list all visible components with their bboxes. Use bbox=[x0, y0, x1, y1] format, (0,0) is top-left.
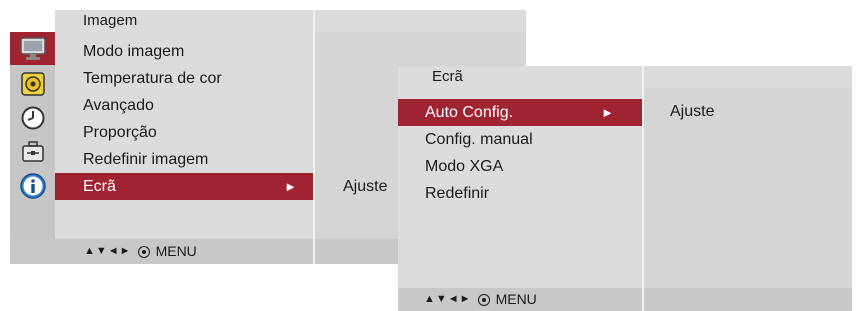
nav-arrows-icon: ▲▼◄► bbox=[424, 293, 472, 305]
menu-item-avancado[interactable]: Avançado bbox=[55, 92, 313, 119]
category-picture[interactable] bbox=[10, 32, 55, 65]
menu-item-label: Proporção bbox=[83, 124, 157, 141]
menu-item-label: Modo XGA bbox=[425, 158, 504, 175]
menu-header-right bbox=[315, 10, 526, 32]
menu-item-auto-config[interactable]: Auto Config. ► bbox=[398, 99, 642, 126]
category-option[interactable] bbox=[10, 135, 55, 168]
menu-item-label: Temperatura de cor bbox=[83, 70, 222, 87]
menu-item-label: Avançado bbox=[83, 97, 154, 114]
picture-menu-list: Modo imagem Temperatura de cor Avançado … bbox=[55, 32, 313, 239]
value-text[interactable]: Ajuste bbox=[670, 103, 714, 121]
menu-item-temperatura-de-cor[interactable]: Temperatura de cor bbox=[55, 65, 313, 92]
category-icon-column bbox=[10, 32, 55, 239]
nav-footer-right bbox=[644, 288, 852, 311]
menu-item-label: Ecrã bbox=[83, 178, 116, 195]
menu-label: MENU bbox=[155, 243, 197, 259]
category-info[interactable] bbox=[10, 169, 55, 202]
menu-header-title: Imagem bbox=[55, 10, 313, 32]
ok-button-icon bbox=[477, 293, 490, 306]
toolbox-icon bbox=[21, 140, 44, 162]
menu-item-label: Modo imagem bbox=[83, 43, 185, 60]
menu-item-config-manual[interactable]: Config. manual bbox=[398, 126, 642, 153]
submenu-arrow-icon: ► bbox=[601, 105, 614, 120]
monitor-icon bbox=[19, 36, 46, 60]
screen-submenu-panel: Ecrã Auto Config. ► Config. manual Modo … bbox=[398, 66, 852, 311]
value-text: Ajuste bbox=[343, 178, 388, 195]
menu-item-label: Redefinir imagem bbox=[83, 151, 209, 168]
menu-item-modo-xga[interactable]: Modo XGA bbox=[398, 153, 642, 180]
category-audio[interactable] bbox=[10, 67, 55, 100]
menu-item-label: Auto Config. bbox=[425, 104, 514, 121]
menu-item-label: Redefinir bbox=[425, 185, 490, 202]
submenu-header-right bbox=[644, 66, 852, 88]
nav-footer: ▲▼◄► MENU bbox=[10, 239, 313, 264]
menu-item-redefinir[interactable]: Redefinir bbox=[398, 180, 642, 207]
menu-item-modo-imagem[interactable]: Modo imagem bbox=[55, 38, 313, 65]
menu-item-redefinir-imagem[interactable]: Redefinir imagem bbox=[55, 146, 313, 173]
menu-item-ecra[interactable]: Ecrã ► bbox=[55, 173, 313, 200]
category-time[interactable] bbox=[10, 101, 55, 134]
screen-submenu-list: Auto Config. ► Config. manual Modo XGA R… bbox=[398, 88, 642, 288]
info-icon bbox=[19, 172, 46, 199]
nav-footer: ▲▼◄► MENU bbox=[398, 288, 642, 311]
menu-item-label: Config. manual bbox=[425, 131, 533, 148]
nav-arrows-icon: ▲▼◄► bbox=[84, 245, 132, 257]
speaker-icon bbox=[20, 71, 45, 96]
clock-icon bbox=[21, 106, 44, 129]
submenu-header-title: Ecrã bbox=[398, 66, 642, 88]
menu-item-proporcao[interactable]: Proporção bbox=[55, 119, 313, 146]
submenu-arrow-icon: ► bbox=[284, 179, 297, 194]
ok-button-icon bbox=[137, 245, 150, 258]
menu-label: MENU bbox=[495, 291, 537, 307]
